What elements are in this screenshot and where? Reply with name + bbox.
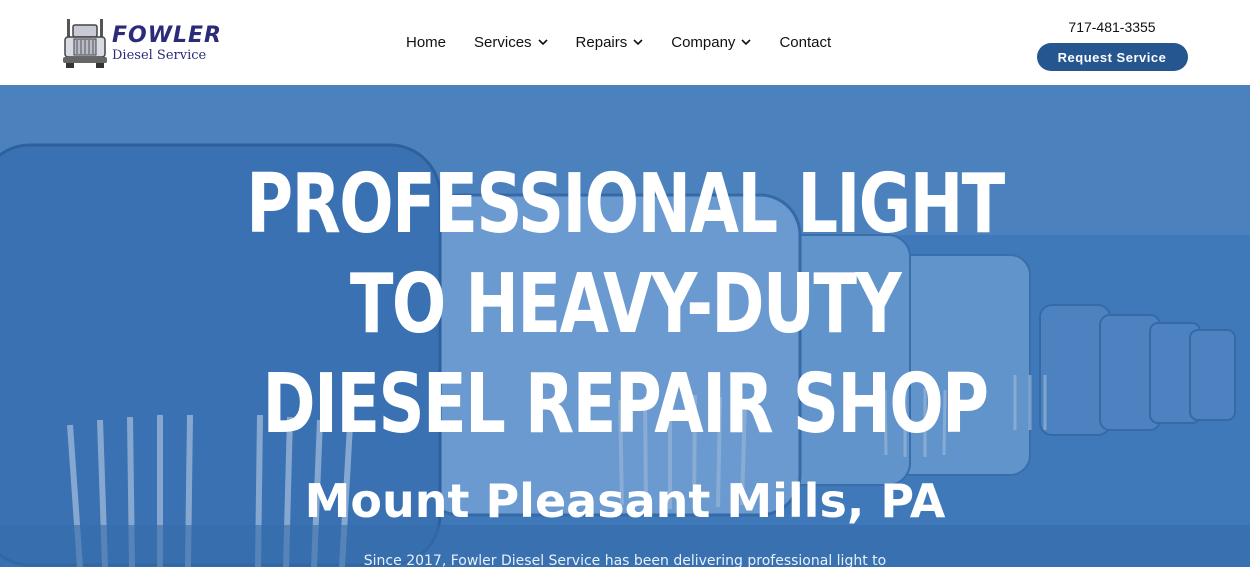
phone-link[interactable]: 717-481-3355: [1068, 16, 1155, 38]
nav-item-home[interactable]: Home: [406, 34, 446, 51]
nav-item-company[interactable]: Company: [671, 33, 752, 51]
truck-logo-icon: [63, 19, 107, 68]
nav-item-label: Services: [474, 33, 532, 51]
brand-logo[interactable]: FOWLER Diesel Service: [62, 16, 232, 70]
brand-text: FOWLER Diesel Service: [112, 22, 222, 63]
request-service-button[interactable]: Request Service: [1036, 43, 1188, 71]
hero-section: Professional Light to Heavy-Duty Diesel …: [0, 85, 1250, 567]
chevron-down-icon: [537, 39, 548, 46]
main-nav: Home Services Repairs Company Contact: [406, 30, 831, 54]
nav-item-repairs[interactable]: Repairs: [576, 34, 644, 51]
brand-subtitle: Diesel Service: [112, 47, 207, 63]
nav-item-label: Company: [671, 33, 736, 51]
nav-item-services[interactable]: Services: [474, 34, 548, 51]
nav-item-label: Contact: [779, 33, 832, 51]
hero-description: Since 2017, Fowler Diesel Service has be…: [363, 553, 887, 567]
nav-item-label: Home: [406, 33, 447, 51]
hero-title: Professional Light to Heavy-Duty Diesel …: [246, 157, 1005, 452]
chevron-down-icon: [741, 39, 752, 46]
site-header: FOWLER Diesel Service Home Services Repa…: [0, 0, 1250, 85]
hero-location: Mount Pleasant Mills, PA: [304, 474, 946, 528]
nav-item-label: Repairs: [575, 33, 628, 51]
brand-name: FOWLER: [112, 22, 222, 48]
header-contact: 717-481-3355 Request Service: [1036, 16, 1188, 72]
chevron-down-icon: [633, 39, 643, 46]
nav-item-contact[interactable]: Contact: [779, 34, 831, 51]
